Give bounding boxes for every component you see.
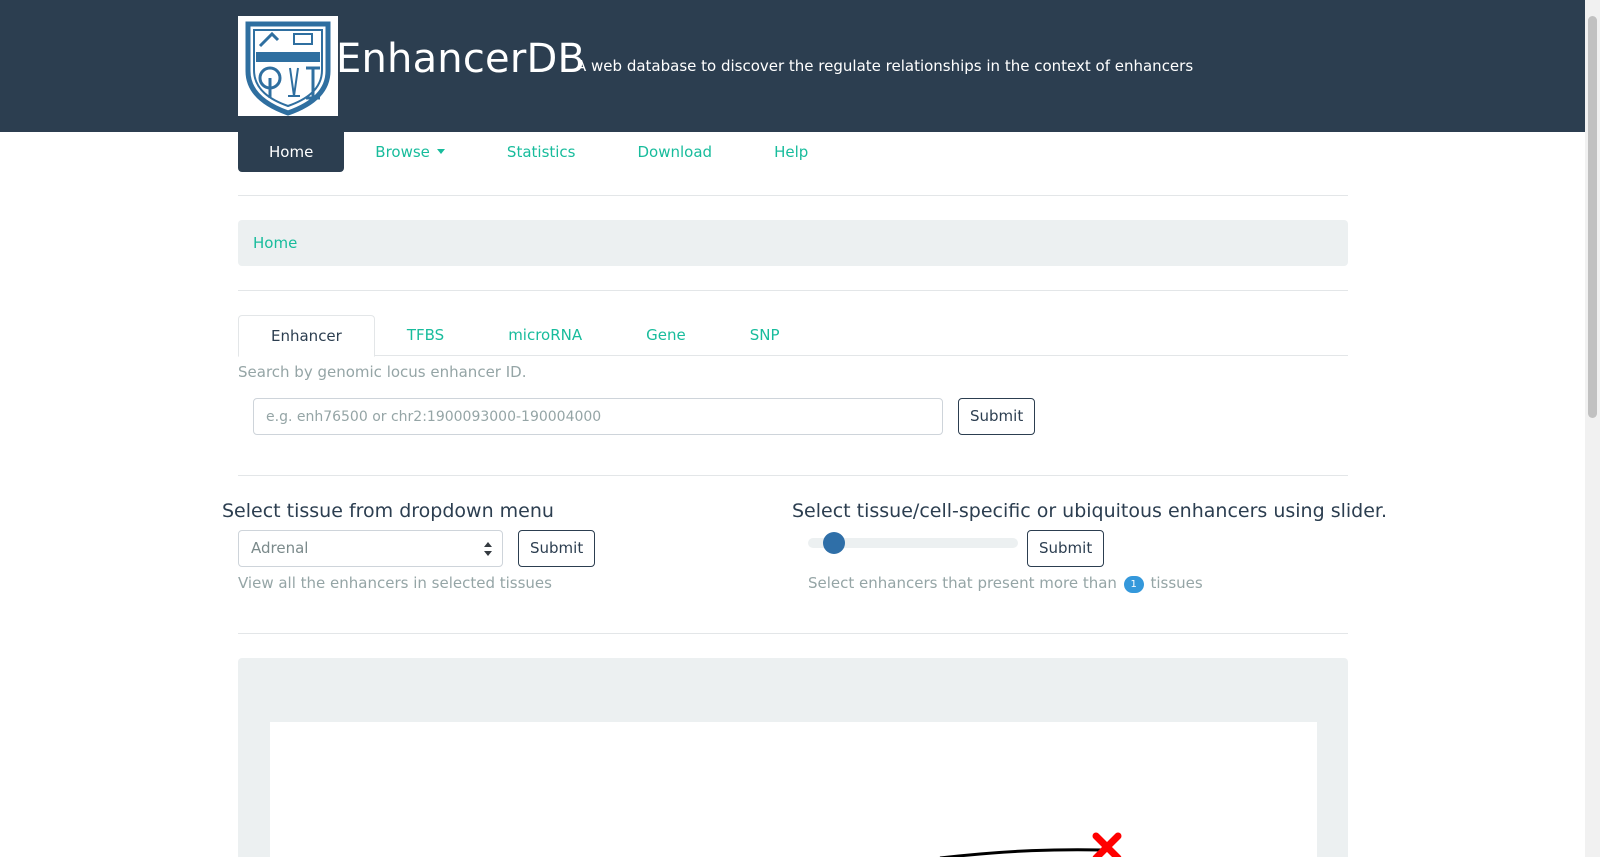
tab-snp[interactable]: SNP [718,315,812,356]
select-arrows-icon [484,542,492,556]
divider [238,475,1348,476]
slider-submit-button[interactable]: Submit [1027,530,1105,567]
tissue-submit-button[interactable]: Submit [518,530,596,567]
page: EnhancerDB A web database to discover th… [0,0,1600,857]
tab-gene[interactable]: Gene [614,315,718,356]
search-tabs: Enhancer TFBS microRNA Gene SNP [238,315,1348,357]
enhancer-search-input[interactable] [253,398,943,435]
scrollbar-thumb[interactable] [1588,16,1597,418]
breadcrumb: Home [238,220,1348,266]
tab-enhancer[interactable]: Enhancer [238,315,375,357]
divider [238,290,1348,291]
slider-help-suffix: tissues [1150,574,1203,592]
close-x-icon[interactable] [1092,832,1122,857]
tab-tfbs[interactable]: TFBS [375,315,476,356]
main-nav: Home Browse Statistics Download Help [238,132,839,172]
divider [238,633,1348,634]
tissue-select-heading: Select tissue from dropdown menu [222,500,554,522]
tissue-select-value: Adrenal [251,539,309,557]
search-submit-button[interactable]: Submit [958,398,1036,435]
nav-statistics[interactable]: Statistics [476,132,607,172]
page-scrollbar[interactable] [1585,0,1600,857]
site-subtitle: A web database to discover the regulate … [576,57,1194,75]
nav-download[interactable]: Download [607,132,744,172]
visualization-canvas [270,722,1317,857]
caret-down-icon [436,149,445,154]
slider-value-badge: 1 [1123,576,1144,593]
nav-browse-label: Browse [375,143,430,161]
slider-help-text: Select enhancers that present more than … [808,574,1203,593]
search-help-text: Search by genomic locus enhancer ID. [238,363,527,381]
slider-thumb[interactable] [823,532,845,554]
university-seal-logo [238,16,338,116]
graph-edge [939,848,1106,857]
tissue-help-text: View all the enhancers in selected tissu… [238,574,552,592]
slider-help-prefix: Select enhancers that present more than [808,574,1117,592]
site-header: EnhancerDB A web database to discover th… [0,0,1585,132]
nav-help[interactable]: Help [743,132,839,172]
divider [238,195,1348,196]
tab-microrna[interactable]: microRNA [476,315,614,356]
network-graph [939,832,1122,857]
nav-browse[interactable]: Browse [344,132,476,172]
nav-home[interactable]: Home [238,132,345,172]
tissue-select[interactable]: Adrenal [238,530,503,567]
breadcrumb-home[interactable]: Home [253,234,297,252]
slider-heading: Select tissue/cell-specific or ubiquitou… [792,500,1388,522]
site-title: EnhancerDB [336,36,586,82]
